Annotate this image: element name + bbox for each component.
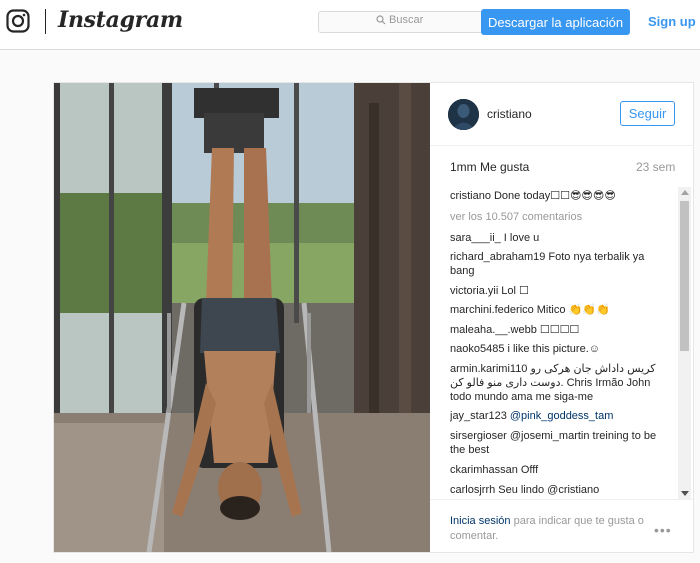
comment-item: victoria.yii Lol ☐ (450, 284, 670, 298)
comment-item: sirsergioser @josemi_martin treining to b… (450, 429, 670, 457)
comment-text: Lol ☐ (501, 285, 529, 297)
caption-text: Done today☐☐😎😎😎😎 (493, 190, 616, 202)
avatar[interactable] (448, 99, 479, 130)
comments-scrollbar[interactable] (678, 187, 691, 499)
comment-username[interactable]: maleaha.__.webb (450, 324, 537, 336)
likes-count[interactable]: 1mm Me gusta (450, 160, 529, 174)
comment-text: i like this picture.☺ (507, 343, 600, 355)
comment-item: jay_star123 @pink_goddess_tam (450, 409, 670, 423)
more-options-icon[interactable]: ••• (654, 522, 672, 538)
comment-item: sara___ii_ I love u (450, 231, 670, 245)
login-prompt: Inicia sesión para indicar que te gusta … (450, 514, 650, 544)
scroll-up-arrow-icon[interactable] (681, 190, 689, 195)
comment-username[interactable]: armin.karimi110 (450, 363, 527, 375)
comment-item: naoko5485 i like this picture.☺ (450, 342, 670, 356)
caption: cristiano Done today☐☐😎😎😎😎 (450, 189, 670, 203)
comment-item: richard_abraham19 Foto nya terbalik ya ba… (450, 250, 670, 278)
comment-text: ☐☐☐☐ (539, 324, 580, 336)
scroll-thumb[interactable] (680, 201, 689, 351)
comment-item: carlosjrrh Seu lindo @cristiano (450, 483, 670, 497)
search-placeholder: Buscar (389, 14, 424, 26)
view-all-comments-label: ver los 10.507 comentarios (450, 211, 583, 223)
comment-username[interactable]: naoko5485 (450, 343, 504, 355)
scroll-down-arrow-icon[interactable] (681, 491, 689, 496)
post-username[interactable]: cristiano (487, 107, 532, 121)
comment-item: marchini.federico Mitico 👏👏👏 (450, 303, 670, 317)
caption-username[interactable]: cristiano (450, 190, 491, 202)
search-icon (376, 15, 386, 25)
post-age[interactable]: 23 sem (636, 160, 675, 174)
comment-username[interactable]: sirsergioser (450, 430, 507, 442)
comment-item: ckarimhassan Offf (450, 463, 670, 477)
comment-text: Offf (520, 464, 539, 476)
instagram-camera-icon[interactable] (6, 9, 30, 33)
post-header: cristiano Seguir (430, 83, 694, 146)
comment-item: armin.karimi110 کریس داداش جان هرکی رو دو… (450, 362, 670, 404)
login-link[interactable]: Inicia sesión (450, 515, 511, 527)
sign-up-link[interactable]: Sign up (648, 14, 696, 29)
comment-username[interactable]: ckarimhassan (450, 464, 518, 476)
comment-username[interactable]: marchini.federico (450, 304, 534, 316)
comment-text[interactable]: @pink_goddess_tam (510, 410, 614, 422)
comment-text: I love u (503, 232, 540, 244)
comment-username[interactable]: richard_abraham19 (450, 251, 545, 263)
comment-username[interactable]: carlosjrrh (450, 484, 495, 496)
comment-item: maleaha.__.webb ☐☐☐☐ (450, 323, 670, 337)
follow-button[interactable]: Seguir (620, 101, 675, 126)
post-photo-illustration (54, 83, 430, 552)
comment-text: Mitico 👏👏👏 (536, 304, 610, 316)
post-footer: Inicia sesión para indicar que te gusta … (430, 499, 694, 552)
post-sidebar: cristiano Seguir 1mm Me gusta 23 sem cri… (430, 83, 694, 552)
post-card: cristiano Seguir 1mm Me gusta 23 sem cri… (53, 82, 694, 553)
instagram-wordmark[interactable]: Instagram (58, 7, 183, 33)
comments-list: cristiano Done today☐☐😎😎😎😎 ver los 10.507… (450, 189, 676, 499)
post-photo[interactable] (54, 83, 430, 552)
logo-divider (45, 9, 46, 34)
comment-text: Seu lindo @cristiano (498, 484, 600, 496)
top-bar: Instagram Buscar Descargar la aplicación… (0, 0, 700, 50)
download-app-button[interactable]: Descargar la aplicación (481, 9, 630, 35)
avatar-image (448, 99, 479, 130)
comment-username[interactable]: victoria.yii (450, 285, 498, 297)
view-all-comments-link[interactable]: ver los 10.507 comentarios (450, 210, 670, 224)
comment-username[interactable]: sara___ii_ (450, 232, 501, 244)
comment-username[interactable]: jay_star123 (450, 410, 507, 422)
